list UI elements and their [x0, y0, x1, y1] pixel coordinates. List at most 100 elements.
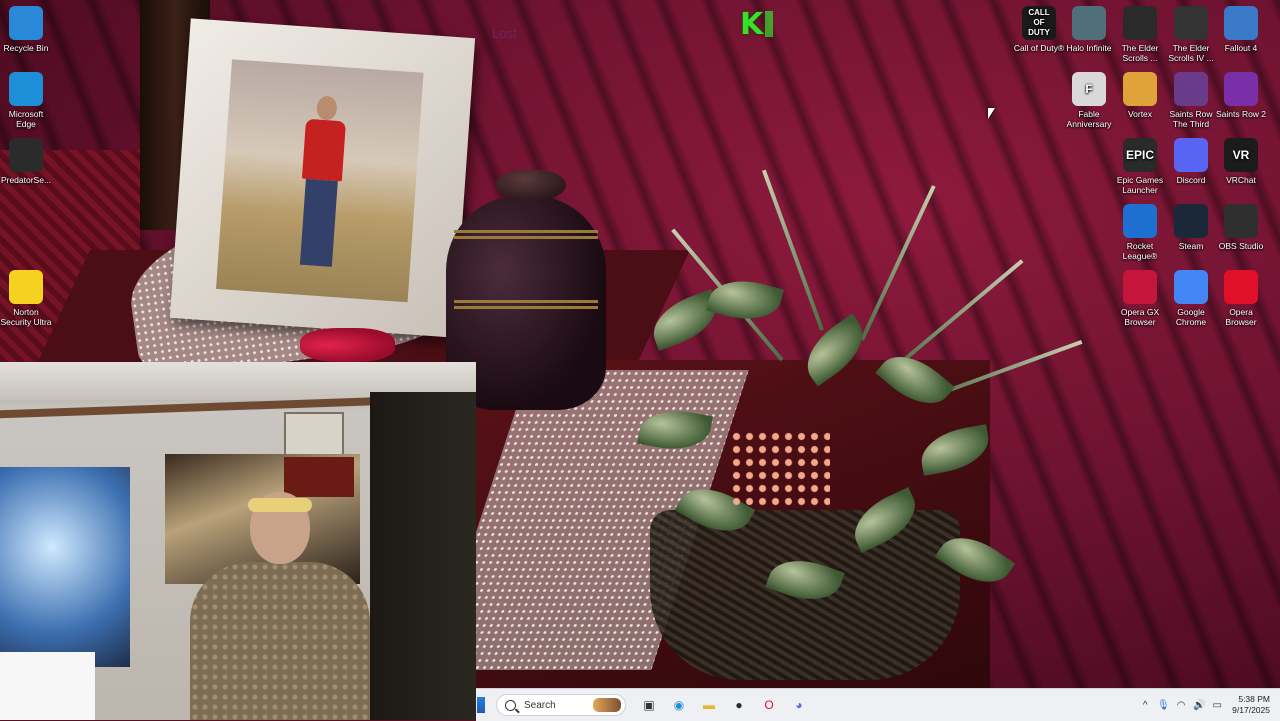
webcam-window-glare	[0, 652, 95, 720]
rocket-league-icon	[1123, 204, 1157, 238]
desktop-icon-elder-scrolls[interactable]: The Elder Scrolls ...	[1114, 6, 1166, 63]
desktop-icon-halo-infinite[interactable]: Halo Infinite	[1063, 6, 1115, 53]
desktop-icon-label: Discord	[1176, 175, 1206, 185]
wallpaper-photo-person	[296, 95, 348, 267]
desktop-icon-label: Fallout 4	[1224, 43, 1258, 53]
volume-icon[interactable]: 🔊	[1192, 698, 1206, 712]
chrome-icon	[1174, 270, 1208, 304]
desktop-icon-label: The Elder Scrolls IV ...	[1168, 43, 1214, 63]
desktop-icon-label: Halo Infinite	[1066, 43, 1112, 53]
webcam-tapestry-left	[0, 467, 130, 667]
desktop-icon-predator[interactable]: PredatorSe...	[0, 138, 52, 185]
battery-icon[interactable]: ▭	[1210, 698, 1224, 712]
halo-icon	[1072, 6, 1106, 40]
taskbar-clock[interactable]: 5:38 PM 9/17/2025	[1232, 694, 1270, 716]
fable-icon: F	[1072, 72, 1106, 106]
desktop-icon-opera[interactable]: Opera Browser	[1215, 270, 1267, 327]
desktop-icon-label: Google Chrome	[1175, 307, 1207, 327]
skyrim-icon	[1123, 6, 1157, 40]
desktop-icon-label: Fable Anniversary	[1066, 109, 1112, 129]
desktop-icon-recycle-bin[interactable]: Recycle Bin	[0, 6, 52, 53]
desktop-icon-steam[interactable]: Steam	[1165, 204, 1217, 251]
oblivion-icon	[1174, 6, 1208, 40]
desktop-icon-label: Saints Row The Third	[1169, 109, 1213, 129]
desktop-icon-opera-gx[interactable]: Opera GX Browser	[1114, 270, 1166, 327]
system-tray: ^ 🎙 ◠ 🔊 ▭ 5:38 PM 9/17/2025	[1138, 689, 1280, 721]
desktop-icon-label: Opera Browser	[1225, 307, 1257, 327]
wifi-icon[interactable]: ◠	[1174, 698, 1188, 712]
desktop-icon-label: Rocket League®	[1122, 241, 1158, 261]
webcam-person	[190, 492, 370, 720]
predator-icon	[9, 138, 43, 172]
wallpaper-rose	[300, 328, 395, 362]
clock-time: 5:38 PM	[1238, 694, 1270, 704]
edge-taskbar-icon[interactable]: ◉	[668, 694, 690, 716]
discord-taskbar-icon[interactable]: ◕	[788, 694, 810, 716]
taskbar-search-box[interactable]: Search	[496, 694, 626, 716]
call-of-duty-icon: CALL OF DUTY	[1022, 6, 1056, 40]
opera-taskbar-icon[interactable]: O	[758, 694, 780, 716]
search-placeholder: Search	[524, 699, 556, 711]
search-highlight-icon	[593, 698, 621, 712]
task-view-icon[interactable]: ▣	[638, 694, 660, 716]
desktop-icon-label: PredatorSe...	[0, 175, 52, 185]
desktop-icon-vortex[interactable]: Vortex	[1114, 72, 1166, 119]
desktop-icon-saints-row-third[interactable]: Saints Row The Third	[1165, 72, 1217, 129]
webcam-overlay	[0, 362, 476, 720]
file-explorer-icon[interactable]: ▬	[698, 694, 720, 716]
desktop-icon-saints-row-2[interactable]: Saints Row 2	[1215, 72, 1267, 119]
desktop-icon-call-of-duty[interactable]: CALL OF DUTY Call of Duty®	[1013, 6, 1065, 53]
stream-logo-letter: K	[740, 6, 764, 42]
desktop-icon-vrchat[interactable]: VR VRChat	[1215, 138, 1267, 185]
obs-icon	[1224, 204, 1258, 238]
desktop-icon-label: VRChat	[1226, 175, 1256, 185]
overlay-ghost-text: Lost	[492, 26, 517, 41]
desktop-icon-fallout-4[interactable]: Fallout 4	[1215, 6, 1267, 53]
desktop-icon-label: Call of Duty®	[1013, 43, 1065, 53]
desktop-icon-label: Recycle Bin	[3, 43, 49, 53]
recycle-bin-icon	[9, 6, 43, 40]
vrchat-icon: VR	[1224, 138, 1258, 172]
norton-icon	[9, 270, 43, 304]
desktop-icon-discord[interactable]: Discord	[1165, 138, 1217, 185]
opera-gx-icon	[1123, 270, 1157, 304]
wallpaper-plant	[620, 160, 1083, 670]
edge-icon	[9, 72, 43, 106]
stream-logo: K	[740, 6, 794, 42]
vortex-icon	[1123, 72, 1157, 106]
desktop-icon-label: Vortex	[1127, 109, 1153, 119]
desktop-icon-label: Opera GX Browser	[1120, 307, 1160, 327]
saints-row-2-icon	[1224, 72, 1258, 106]
wallpaper-photo	[216, 59, 424, 303]
wallpaper-flowers	[730, 430, 830, 510]
wallpaper-photo-frame	[169, 18, 476, 338]
windows-logo-icon	[477, 697, 485, 713]
desktop-icon-rocket-league[interactable]: Rocket League®	[1114, 204, 1166, 261]
search-icon	[505, 699, 516, 711]
desktop-icon-edge[interactable]: Microsoft Edge	[0, 72, 52, 129]
taskbar: Search ▣ ◉ ▬ ● O ◕ ^ 🎙 ◠ 🔊 ▭ 5:38 PM 9/17/202…	[476, 688, 1280, 721]
desktop-icon-label: The Elder Scrolls ...	[1121, 43, 1159, 63]
desktop-icon-norton[interactable]: Norton Security Ultra	[0, 270, 52, 327]
clock-date: 9/17/2025	[1232, 705, 1270, 715]
start-button[interactable]	[476, 689, 486, 721]
desktop-icon-label: Saints Row 2	[1215, 109, 1267, 119]
discord-icon	[1174, 138, 1208, 172]
game-launcher-icon[interactable]: ●	[728, 694, 750, 716]
desktop-icon-label: Norton Security Ultra	[0, 307, 52, 327]
desktop-icon-elder-scrolls-iv[interactable]: The Elder Scrolls IV ...	[1165, 6, 1217, 63]
desktop-icon-obs[interactable]: OBS Studio	[1215, 204, 1267, 251]
desktop-icon-epic-games[interactable]: EPIC Epic Games Launcher	[1114, 138, 1166, 195]
saints-row-third-icon	[1174, 72, 1208, 106]
desktop-icon-chrome[interactable]: Google Chrome	[1165, 270, 1217, 327]
webcam-wall-frame	[284, 412, 344, 456]
desktop-icon-label: OBS Studio	[1218, 241, 1264, 251]
tray-chevron-icon[interactable]: ^	[1138, 698, 1152, 712]
microphone-icon[interactable]: 🎙	[1156, 698, 1170, 712]
mouse-cursor-icon	[988, 108, 995, 119]
desktop-icon-fable[interactable]: F Fable Anniversary	[1063, 72, 1115, 129]
epic-games-icon: EPIC	[1123, 138, 1157, 172]
desktop-icon-label: Microsoft Edge	[8, 109, 44, 129]
steam-icon	[1174, 204, 1208, 238]
desktop-icon-label: Epic Games Launcher	[1116, 175, 1164, 195]
